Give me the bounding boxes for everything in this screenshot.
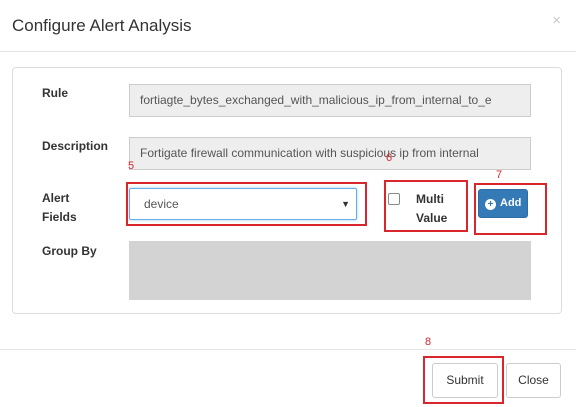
alert-fields-label-line1: Alert [42,191,70,205]
rule-label: Rule [42,86,69,100]
group-by-label: Group By [42,244,97,258]
annotation-number-6: 6 [386,152,393,164]
annotation-number-8: 8 [425,336,432,348]
alert-fields-label-line2: Fields [42,210,77,224]
description-label: Description [42,139,109,153]
group-by-area[interactable] [129,241,531,300]
annotation-number-5: 5 [128,160,135,172]
annotation-box-8 [423,356,504,404]
modal-title: Configure Alert Analysis [12,16,192,35]
annotation-number-7: 7 [496,169,503,181]
modal-header: Configure Alert Analysis × [0,0,576,52]
rule-field[interactable]: fortiagte_bytes_exchanged_with_malicious… [129,84,531,117]
annotation-box-5 [126,182,367,226]
footer-divider [0,349,576,350]
annotation-box-6 [384,180,468,232]
close-icon[interactable]: × [552,12,561,29]
annotation-box-7 [474,183,547,235]
close-button[interactable]: Close [506,363,561,398]
description-field[interactable]: Fortigate firewall communication with su… [129,137,531,170]
